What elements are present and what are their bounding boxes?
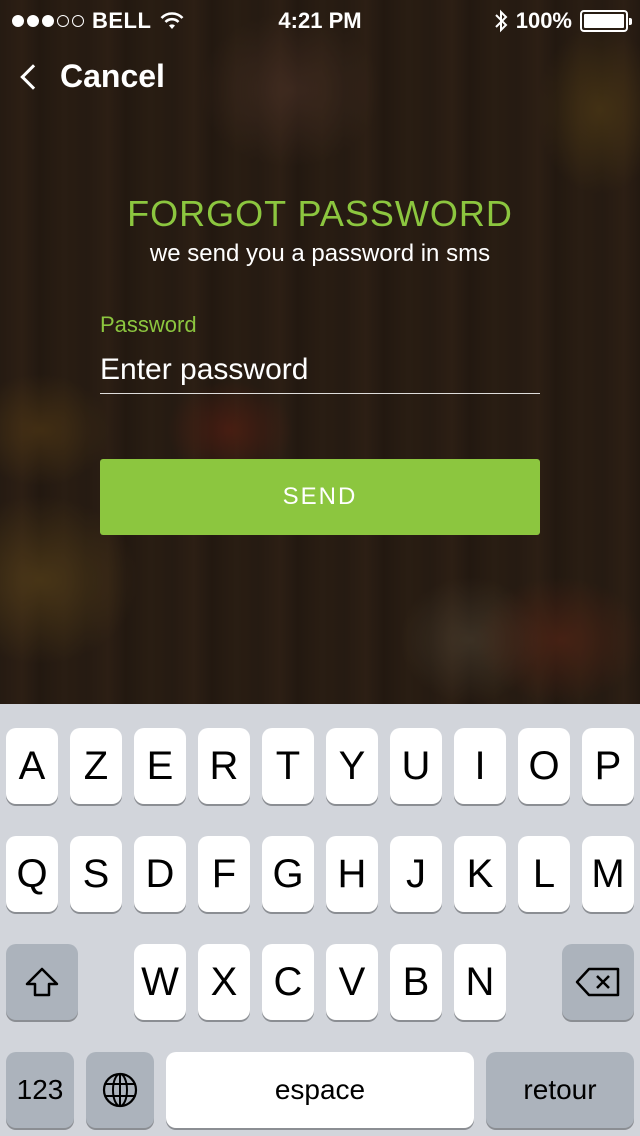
return-key[interactable]: retour: [486, 1052, 634, 1128]
password-field: Password: [100, 312, 540, 394]
key-a[interactable]: A: [6, 728, 58, 804]
password-label: Password: [100, 312, 197, 337]
key-m[interactable]: M: [582, 836, 634, 912]
key-h[interactable]: H: [326, 836, 378, 912]
key-l[interactable]: L: [518, 836, 570, 912]
key-n[interactable]: N: [454, 944, 506, 1020]
key-r[interactable]: R: [198, 728, 250, 804]
key-g[interactable]: G: [262, 836, 314, 912]
password-input[interactable]: [100, 346, 540, 394]
key-w[interactable]: W: [134, 944, 186, 1020]
key-e[interactable]: E: [134, 728, 186, 804]
cancel-button[interactable]: Cancel: [18, 58, 165, 95]
key-t[interactable]: T: [262, 728, 314, 804]
key-b[interactable]: B: [390, 944, 442, 1020]
key-i[interactable]: I: [454, 728, 506, 804]
shift-key[interactable]: [6, 944, 78, 1020]
key-d[interactable]: D: [134, 836, 186, 912]
key-z[interactable]: Z: [70, 728, 122, 804]
shift-icon: [25, 967, 59, 997]
backspace-icon: [575, 967, 620, 997]
key-k[interactable]: K: [454, 836, 506, 912]
status-right: 100%: [494, 8, 632, 34]
numbers-key[interactable]: 123: [6, 1052, 74, 1128]
delete-key[interactable]: [562, 944, 634, 1020]
key-v[interactable]: V: [326, 944, 378, 1020]
battery-icon: [580, 10, 632, 32]
key-s[interactable]: S: [70, 836, 122, 912]
key-u[interactable]: U: [390, 728, 442, 804]
key-p[interactable]: P: [582, 728, 634, 804]
key-q[interactable]: Q: [6, 836, 58, 912]
globe-icon: [102, 1072, 138, 1108]
send-button[interactable]: SEND: [100, 459, 540, 535]
cancel-label: Cancel: [60, 58, 165, 94]
bluetooth-icon: [495, 9, 508, 33]
key-y[interactable]: Y: [326, 728, 378, 804]
key-f[interactable]: F: [198, 836, 250, 912]
key-o[interactable]: O: [518, 728, 570, 804]
page-subtitle: we send you a password in sms: [149, 240, 491, 267]
key-c[interactable]: C: [262, 944, 314, 1020]
key-x[interactable]: X: [198, 944, 250, 1020]
globe-key[interactable]: [86, 1052, 154, 1128]
page-title: FORGOT PASSWORD: [127, 193, 513, 234]
key-j[interactable]: J: [390, 836, 442, 912]
chevron-left-icon: [20, 63, 46, 90]
status-bar: BELL 4:21 PM 100%: [0, 0, 640, 40]
battery-percent: 100%: [515, 8, 572, 33]
space-key[interactable]: espace: [166, 1052, 474, 1128]
keyboard: A Z E R T Y U I O P Q S D F G H J K L M …: [0, 704, 640, 1136]
